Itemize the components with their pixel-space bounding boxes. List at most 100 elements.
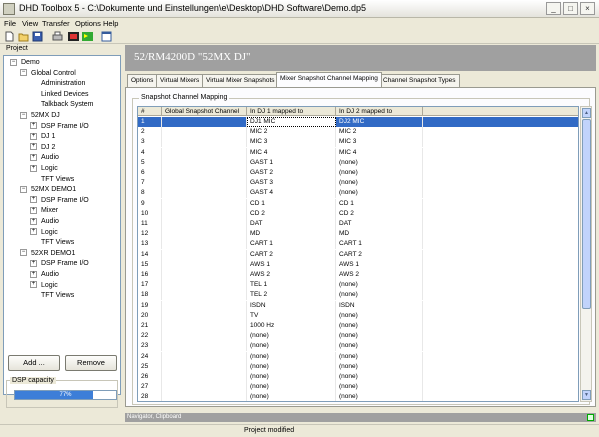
table-cell[interactable]: CART 1	[247, 239, 336, 250]
table-cell[interactable]: (none)	[336, 157, 423, 168]
save-icon[interactable]	[32, 31, 43, 42]
new-file-icon[interactable]	[4, 31, 15, 42]
table-cell[interactable]: CART 1	[336, 239, 423, 250]
print-icon[interactable]	[52, 31, 63, 42]
table-row[interactable]: 8 GAST 4 (none)	[138, 188, 578, 199]
table-cell[interactable]	[162, 372, 247, 382]
table-cell[interactable]: GAST 1	[247, 157, 336, 168]
tree-item[interactable]: + DJ 1	[30, 132, 55, 142]
table-row[interactable]: 19 ISDN ISDN	[138, 300, 578, 311]
expand-icon[interactable]: +	[30, 217, 37, 225]
menu-help[interactable]: Help	[103, 19, 118, 28]
expand-icon[interactable]: +	[30, 122, 37, 130]
table-cell[interactable]: AWS 1	[247, 259, 336, 270]
remove-button[interactable]: Remove	[65, 355, 117, 371]
table-cell[interactable]: DAT	[247, 219, 336, 229]
tab-virtual-mixer-snapshots[interactable]: Virtual Mixer Snapshots	[202, 74, 279, 87]
table-scrollbar[interactable]: ▲ ▼	[580, 106, 592, 402]
table-cell[interactable]: (none)	[336, 310, 423, 321]
scroll-down-arrow[interactable]: ▼	[582, 390, 591, 400]
navigator-toggle-icon[interactable]	[587, 414, 594, 421]
project-tree[interactable]: − Demo − Global Control Administration Linked…	[3, 55, 121, 395]
table-cell[interactable]: (none)	[336, 188, 423, 199]
tree-item[interactable]: −52MX DEMO1	[20, 185, 76, 195]
table-row[interactable]: 9 CD 1 CD 1	[138, 198, 578, 209]
table-cell[interactable]	[162, 137, 247, 148]
table-row[interactable]: 28 (none) (none)	[138, 392, 578, 401]
table-cell[interactable]: CD 1	[247, 198, 336, 209]
table-cell[interactable]: (none)	[247, 361, 336, 372]
tree-item[interactable]: + DJ 2	[30, 143, 55, 153]
tree-item[interactable]: + DSP Frame I/O	[30, 196, 89, 206]
table-cell[interactable]	[162, 229, 247, 240]
table-cell[interactable]: (none)	[336, 351, 423, 362]
table-cell[interactable]	[162, 321, 247, 331]
tree-item[interactable]: − Demo	[10, 58, 40, 68]
flag-icon[interactable]	[82, 31, 93, 42]
tree-item[interactable]: + DSP Frame I/O	[30, 259, 89, 269]
table-cell[interactable]: (none)	[336, 331, 423, 342]
tree-item[interactable]: + Logic	[30, 164, 58, 174]
table-cell[interactable]: (none)	[247, 341, 336, 352]
tree-item[interactable]: Administration	[41, 79, 85, 89]
tree-item[interactable]: + Logic	[30, 281, 58, 291]
tree-item[interactable]: TFT Views	[41, 238, 74, 248]
table-cell[interactable]: MIC 2	[247, 127, 336, 138]
table-row[interactable]: 23 (none) (none)	[138, 341, 578, 352]
tab-options[interactable]: Options	[127, 74, 158, 87]
table-cell[interactable]: (none)	[336, 392, 423, 401]
expand-icon[interactable]: +	[30, 270, 37, 278]
table-row[interactable]: 20 TV (none)	[138, 310, 578, 321]
table-row[interactable]: 6 GAST 2 (none)	[138, 168, 578, 178]
table-cell[interactable]: CART 2	[247, 249, 336, 260]
table-cell[interactable]	[162, 290, 247, 301]
table-cell[interactable]	[162, 147, 247, 158]
expand-icon[interactable]: +	[30, 196, 37, 204]
expand-icon[interactable]: +	[30, 132, 37, 140]
table-cell[interactable]	[162, 188, 247, 199]
scroll-up-arrow[interactable]: ▲	[582, 108, 591, 118]
table-cell[interactable]: (none)	[336, 280, 423, 291]
table-cell[interactable]	[162, 249, 247, 260]
table-row[interactable]: 3 MIC 3 MIC 3	[138, 137, 578, 148]
table-cell[interactable]	[162, 219, 247, 229]
table-cell[interactable]: (none)	[336, 178, 423, 189]
table-cell[interactable]	[162, 127, 247, 138]
column-header-number[interactable]: #	[138, 107, 162, 116]
table-row[interactable]: 16 AWS 2 AWS 2	[138, 270, 578, 280]
table-cell[interactable]	[162, 178, 247, 189]
table-cell[interactable]: (none)	[336, 341, 423, 352]
collapse-icon[interactable]: −	[20, 249, 27, 257]
table-cell[interactable]	[162, 341, 247, 352]
table-cell[interactable]: (none)	[336, 382, 423, 393]
table-cell[interactable]: (none)	[247, 331, 336, 342]
table-cell[interactable]: (none)	[247, 372, 336, 382]
table-cell[interactable]	[162, 331, 247, 342]
table-cell[interactable]: (none)	[247, 351, 336, 362]
table-row[interactable]: 10 CD 2 CD 2	[138, 208, 578, 219]
table-cell[interactable]: DJ2 MIC	[336, 117, 423, 127]
collapse-icon[interactable]: −	[20, 185, 27, 193]
expand-icon[interactable]: +	[30, 154, 37, 162]
column-header-global[interactable]: Global Snapshot Channel	[162, 107, 247, 116]
add-button[interactable]: Add ...	[8, 355, 60, 371]
table-cell[interactable]	[162, 351, 247, 362]
menu-view[interactable]: View	[22, 19, 38, 28]
table-row[interactable]: 21 1000 Hz (none)	[138, 321, 578, 331]
table-row[interactable]: 5 GAST 1 (none)	[138, 157, 578, 168]
table-cell[interactable]	[162, 280, 247, 291]
table-cell[interactable]: (none)	[336, 168, 423, 178]
table-cell[interactable]	[162, 157, 247, 168]
table-cell[interactable]	[162, 382, 247, 393]
table-row[interactable]: 26 (none) (none)	[138, 372, 578, 382]
table-cell[interactable]	[162, 270, 247, 280]
table-cell[interactable]: CART 2	[336, 249, 423, 260]
table-cell[interactable]: 1000 Hz	[247, 321, 336, 331]
collapse-icon[interactable]: −	[20, 111, 27, 119]
table-cell[interactable]: CD 2	[336, 208, 423, 219]
table-row[interactable]: 18 TEL 2 (none)	[138, 290, 578, 301]
table-row[interactable]: 7 GAST 3 (none)	[138, 178, 578, 189]
table-cell[interactable]	[162, 361, 247, 372]
table-cell[interactable]	[162, 168, 247, 178]
table-cell[interactable]: CD 2	[247, 208, 336, 219]
